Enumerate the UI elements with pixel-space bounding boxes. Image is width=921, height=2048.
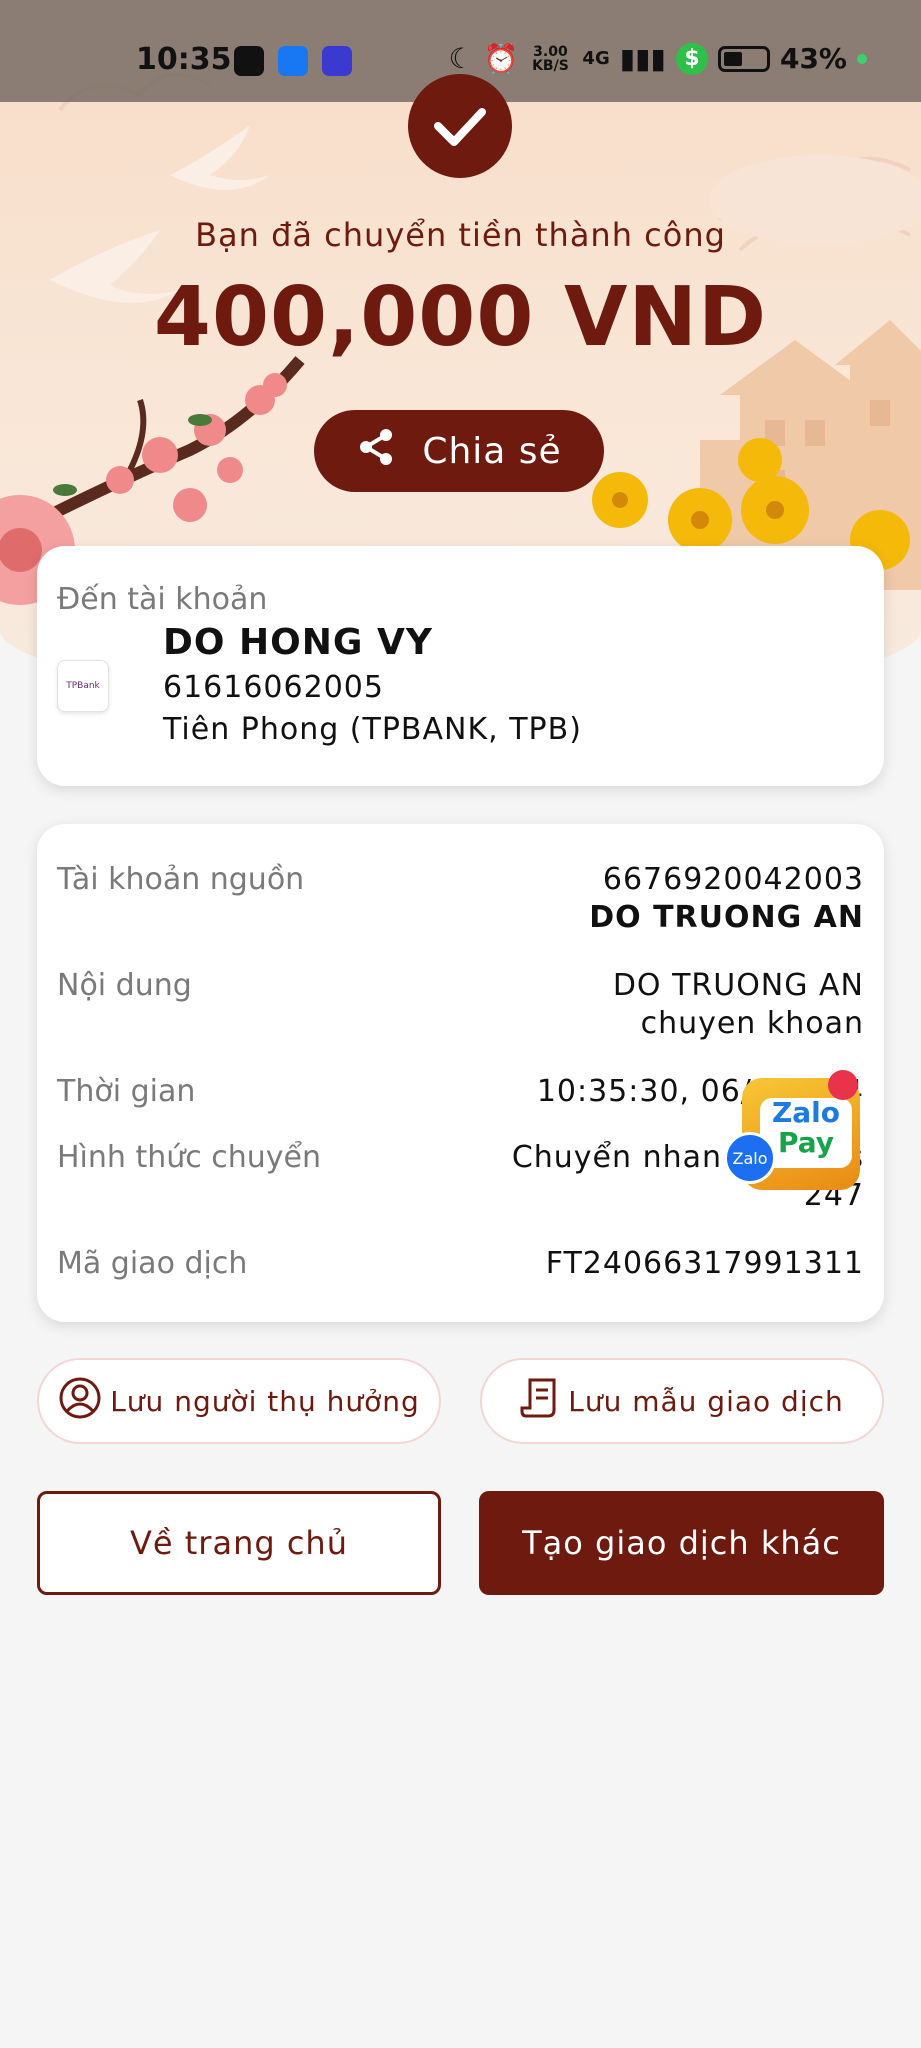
notification-dot (828, 1070, 858, 1100)
status-dot (857, 53, 867, 64)
messenger-icon (278, 46, 308, 76)
zalo-badge-icon: Zalo (724, 1132, 776, 1184)
share-icon (356, 427, 396, 476)
alarm-icon: ⏰ (483, 42, 519, 75)
network-type: 4G (582, 48, 610, 69)
content-line2: chuyen khoan (640, 1006, 864, 1041)
time-label: Thời gian (57, 1074, 196, 1109)
zalo-icon (234, 46, 264, 76)
new-transaction-button[interactable]: Tạo giao dịch khác (479, 1491, 884, 1595)
content-label: Nội dung (57, 968, 192, 1003)
battery-icon (717, 45, 770, 72)
save-template-button[interactable]: Lưu mẫu giao dịch (480, 1358, 884, 1444)
network-speed: 3.00 KB/S (532, 43, 569, 74)
tpbank-logo: TPBank (57, 660, 109, 712)
recipient-name: DO HONG VY (163, 622, 433, 663)
go-home-button[interactable]: Về trang chủ (37, 1491, 441, 1595)
method-label: Hình thức chuyển (57, 1140, 322, 1175)
recipient-bank: Tiên Phong (TPBANK, TPB) (163, 712, 582, 747)
share-label: Chia sẻ (422, 430, 562, 472)
source-account-number: 6676920042003 (602, 862, 864, 897)
transfer-amount: 400,000 VND (153, 270, 768, 365)
recipient-account-number: 61616062005 (163, 670, 384, 705)
game-icon (322, 46, 352, 76)
battery-level: 43% (779, 42, 847, 75)
content-line1: DO TRUONG AN (612, 968, 864, 1003)
save-beneficiary-button[interactable]: Lưu người thụ hưởng (37, 1358, 441, 1444)
destination-card: Đến tài khoản TPBank DO HONG VY 61616062… (37, 546, 884, 786)
success-message: Bạn đã chuyển tiền thành công (195, 216, 726, 254)
save-template-label: Lưu mẫu giao dịch (568, 1384, 844, 1418)
success-check-icon (408, 74, 512, 178)
new-transaction-label: Tạo giao dịch khác (522, 1524, 841, 1562)
transaction-id-label: Mã giao dịch (57, 1246, 248, 1281)
share-button[interactable]: Chia sẻ (314, 410, 604, 492)
user-circle-icon (58, 1376, 102, 1427)
destination-label: Đến tài khoản (57, 582, 268, 617)
dollar-icon: $ (675, 42, 708, 75)
save-beneficiary-label: Lưu người thụ hưởng (110, 1384, 420, 1418)
receipt-icon (520, 1376, 560, 1427)
signal-icon: ▮▮▮ (619, 42, 666, 75)
zalopay-floating-bubble[interactable]: Zalo Pay Zalo (724, 1070, 874, 1194)
status-indicators: ☾ ⏰ 3.00 KB/S 4G ▮▮▮ $ 43% (448, 42, 867, 75)
method-line1: Chuyển nhan (511, 1140, 722, 1175)
moon-icon: ☾ (448, 42, 474, 75)
source-account-label: Tài khoản nguồn (57, 862, 305, 897)
go-home-label: Về trang chủ (130, 1524, 348, 1562)
transaction-id: FT24066317991311 (545, 1246, 864, 1281)
source-account-name: DO TRUONG AN (589, 900, 864, 935)
status-time: 10:35 (136, 42, 232, 77)
